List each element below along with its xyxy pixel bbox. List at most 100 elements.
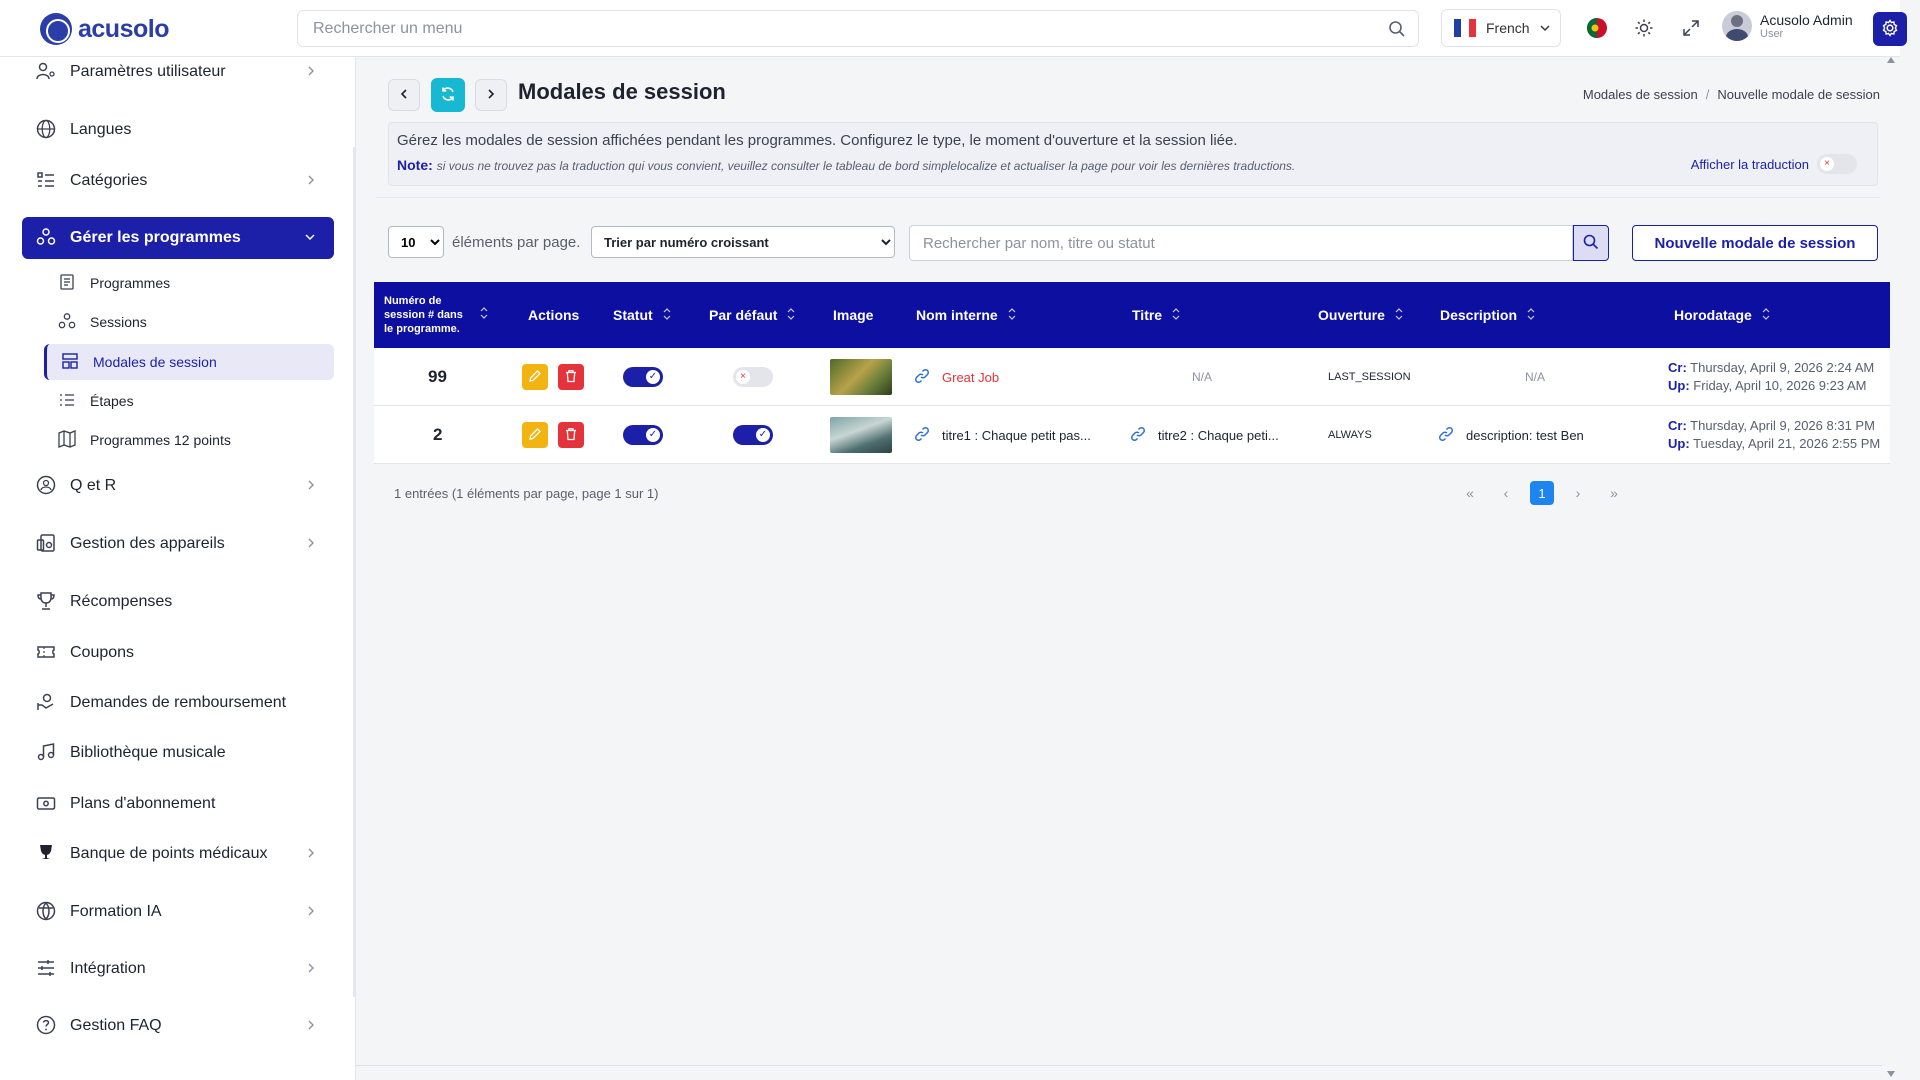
sort-icon [480, 306, 488, 324]
default-toggle[interactable]: × [733, 367, 773, 387]
column-header-session-number[interactable]: Numéro de session # dans le programme. [384, 282, 496, 348]
search-icon[interactable] [1388, 20, 1406, 41]
double-chevron-left-icon: « [1466, 485, 1474, 501]
status-toggle[interactable]: ✓ [623, 425, 663, 445]
breadcrumb-item[interactable]: Nouvelle modale de session [1717, 87, 1880, 102]
sidebar-item-music-library[interactable]: Bibliothèque musicale [22, 732, 334, 774]
sidebar-item-medical-points-bank[interactable]: Banque de points médicaux [22, 833, 334, 875]
sidebar-item-ai-training[interactable]: Formation IA [22, 891, 334, 933]
sidebar-subitem-programs[interactable]: Programmes [44, 265, 334, 301]
session-number: 2 [433, 425, 443, 444]
chevron-down-icon [304, 230, 316, 247]
globe-icon [36, 119, 56, 142]
chevron-right-icon [306, 536, 316, 553]
sidebar-item-label: Langues [70, 121, 132, 138]
settings-button[interactable] [1873, 12, 1907, 46]
link-icon[interactable] [914, 368, 930, 387]
language-selector[interactable]: French [1441, 9, 1561, 47]
internal-name-cell: Great Job [914, 348, 999, 406]
sidebar-item-languages[interactable]: Langues [22, 109, 334, 151]
user-role: User [1760, 28, 1784, 40]
image-cell [830, 348, 892, 406]
sidebar-item-rewards[interactable]: Récompenses [22, 581, 334, 623]
modal-thumbnail[interactable] [830, 417, 892, 453]
sidebar-item-categories[interactable]: Catégories [22, 160, 334, 202]
edit-button[interactable] [522, 422, 548, 448]
page-scrollbar[interactable] [1882, 57, 1900, 1080]
sidebar-item-subscription-plans[interactable]: Plans d'abonnement [22, 783, 334, 825]
description-value[interactable]: description: test Ben [1466, 428, 1584, 443]
sort-icon [1395, 307, 1403, 324]
modal-thumbnail[interactable] [830, 359, 892, 395]
award-icon [36, 843, 56, 866]
chevron-right-icon [486, 87, 496, 103]
sort-select[interactable]: Trier par numéro croissant [591, 226, 895, 258]
created-timestamp: Cr: Thursday, April 9, 2026 2:24 AM [1668, 359, 1874, 377]
sidebar-item-label: Intégration [70, 960, 146, 977]
last-page-button[interactable]: » [1602, 481, 1626, 505]
link-icon[interactable] [914, 426, 930, 445]
column-header-status[interactable]: Statut [613, 282, 671, 348]
user-menu[interactable]: Acusolo Admin User [1722, 11, 1853, 41]
sidebar-item-devices[interactable]: Gestion des appareils [22, 523, 334, 565]
delete-button[interactable] [558, 422, 584, 448]
forward-button[interactable] [475, 79, 507, 111]
sidebar-item-manage-programs[interactable]: Gérer les programmes [22, 217, 334, 259]
sidebar-item-label: Banque de points médicaux [70, 845, 268, 862]
breadcrumb-item[interactable]: Modales de session [1583, 87, 1698, 102]
table-search-input[interactable] [909, 225, 1573, 261]
next-page-button[interactable]: › [1566, 481, 1590, 505]
sidebar-item-label: Gestion des appareils [70, 535, 225, 552]
menu-search-input[interactable] [298, 11, 1368, 46]
main-content: Modales de session Modales de session / No… [356, 57, 1900, 1080]
sidebar-subitem-12-point-programs[interactable]: Programmes 12 points [44, 422, 334, 458]
sidebar-item-coupons[interactable]: Coupons [22, 632, 334, 674]
row-actions [522, 406, 584, 464]
new-session-modal-button[interactable]: Nouvelle modale de session [1632, 225, 1878, 261]
internal-name[interactable]: Great Job [942, 370, 999, 385]
internal-name[interactable]: titre1 : Chaque petit pas... [942, 428, 1091, 443]
fullscreen-icon[interactable] [1677, 14, 1705, 42]
default-cell: ✓ [733, 406, 773, 464]
theme-sun-icon[interactable] [1630, 14, 1658, 42]
sidebar-item-user-settings[interactable]: Paramètres utilisateur [22, 57, 334, 93]
title-value[interactable]: titre2 : Chaque peti... [1158, 428, 1279, 443]
chevron-right-icon [306, 961, 316, 978]
updated-value: Tuesday, April 21, 2026 2:55 PM [1693, 436, 1881, 451]
column-header-opening[interactable]: Ouverture [1318, 282, 1403, 348]
status-toggle[interactable]: ✓ [623, 367, 663, 387]
sidebar-subitem-session-modals[interactable]: Modales de session [44, 344, 334, 380]
prev-page-button[interactable]: ‹ [1494, 481, 1518, 505]
back-button[interactable] [388, 79, 420, 111]
column-header-timestamp[interactable]: Horodatage [1674, 282, 1770, 348]
column-header-description[interactable]: Description [1440, 282, 1535, 348]
status-cell: ✓ [623, 406, 663, 464]
delete-button[interactable] [558, 364, 584, 390]
first-page-button[interactable]: « [1458, 481, 1482, 505]
show-translation-toggle[interactable]: × [1817, 154, 1857, 174]
brand-logo[interactable]: acusolo [40, 13, 169, 45]
refresh-button[interactable] [431, 78, 465, 112]
edit-button[interactable] [522, 364, 548, 390]
sidebar-item-integration[interactable]: Intégration [22, 948, 334, 990]
column-header-default[interactable]: Par défaut [709, 282, 795, 348]
sidebar-subitem-sessions[interactable]: Sessions [44, 304, 334, 340]
chevron-right-icon [306, 173, 316, 190]
link-icon[interactable] [1130, 426, 1146, 445]
default-toggle[interactable]: ✓ [733, 425, 773, 445]
sidebar-item-qa[interactable]: Q et R [22, 465, 334, 507]
sort-icon [1527, 307, 1535, 324]
column-header-title[interactable]: Titre [1132, 282, 1180, 348]
column-header-internal-name[interactable]: Nom interne [916, 282, 1016, 348]
sidebar-item-faq[interactable]: Gestion FAQ [22, 1005, 334, 1047]
per-page-select[interactable]: 10 [388, 226, 444, 258]
program-icon [58, 273, 76, 294]
sort-icon [663, 307, 671, 324]
link-icon[interactable] [1438, 426, 1454, 445]
sidebar-subitem-steps[interactable]: Étapes [44, 383, 334, 419]
sidebar-item-label: Plans d'abonnement [70, 795, 216, 812]
table-search-button[interactable] [1573, 225, 1609, 261]
portugal-flag-icon[interactable] [1583, 14, 1611, 42]
sidebar-item-refund-requests[interactable]: Demandes de remboursement [22, 682, 334, 724]
page-button-current[interactable]: 1 [1530, 481, 1554, 505]
